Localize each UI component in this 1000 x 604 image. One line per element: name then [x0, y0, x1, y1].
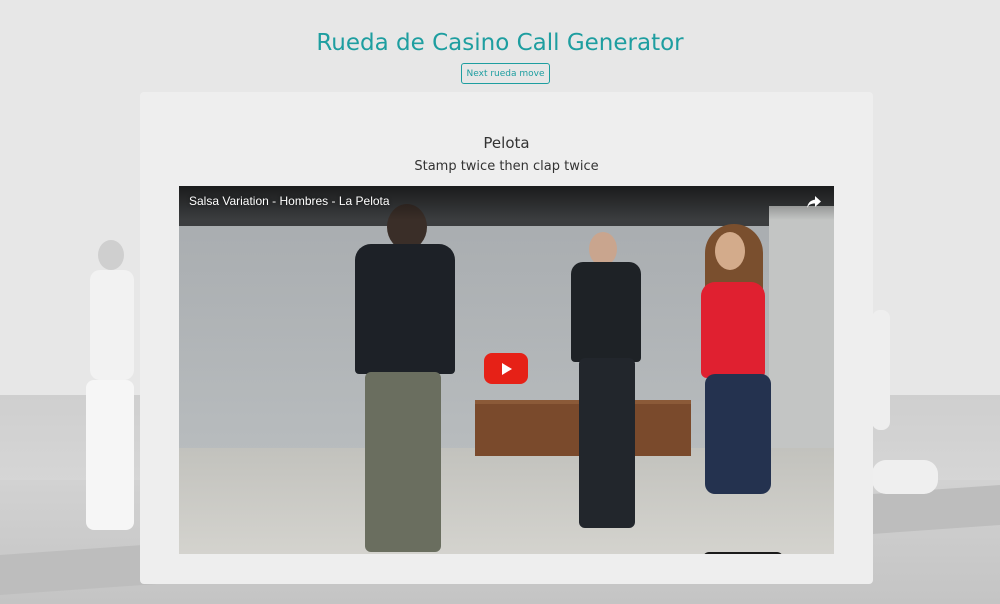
- next-rueda-move-button[interactable]: Next rueda move: [461, 63, 550, 84]
- dancer-head: [589, 232, 617, 266]
- dancer-top: [701, 282, 765, 378]
- youtube-play-icon[interactable]: [484, 353, 528, 384]
- move-name: Pelota: [483, 134, 530, 152]
- figure-body: [872, 310, 890, 430]
- background-dancer-left: [80, 230, 140, 530]
- page-title: Rueda de Casino Call Generator: [316, 30, 684, 56]
- dancer-pants: [579, 358, 635, 528]
- video-dancer-man-center: [571, 232, 643, 532]
- dancer-shirt: [355, 244, 455, 374]
- move-description: Stamp twice then clap twice: [414, 159, 599, 174]
- dancer-pants: [365, 372, 441, 552]
- video-player[interactable]: Salsa Variation - Hombres - La Pelota: [179, 186, 834, 554]
- background-figure-right: [872, 300, 942, 500]
- dancer-shoes: [703, 552, 783, 554]
- figure-dog: [872, 460, 938, 494]
- video-dancer-man-left: [351, 204, 461, 554]
- dancer-legs: [86, 380, 134, 530]
- share-icon[interactable]: [805, 193, 823, 211]
- dancer-pants: [705, 374, 771, 494]
- dancer-torso: [90, 270, 134, 380]
- dancer-shirt: [571, 262, 641, 362]
- move-card: Pelota Stamp twice then clap twice Salsa…: [140, 92, 873, 584]
- dancer-head: [715, 232, 745, 270]
- video-title[interactable]: Salsa Variation - Hombres - La Pelota: [189, 194, 390, 208]
- video-dancer-woman: [701, 224, 787, 554]
- dancer-head: [98, 240, 124, 270]
